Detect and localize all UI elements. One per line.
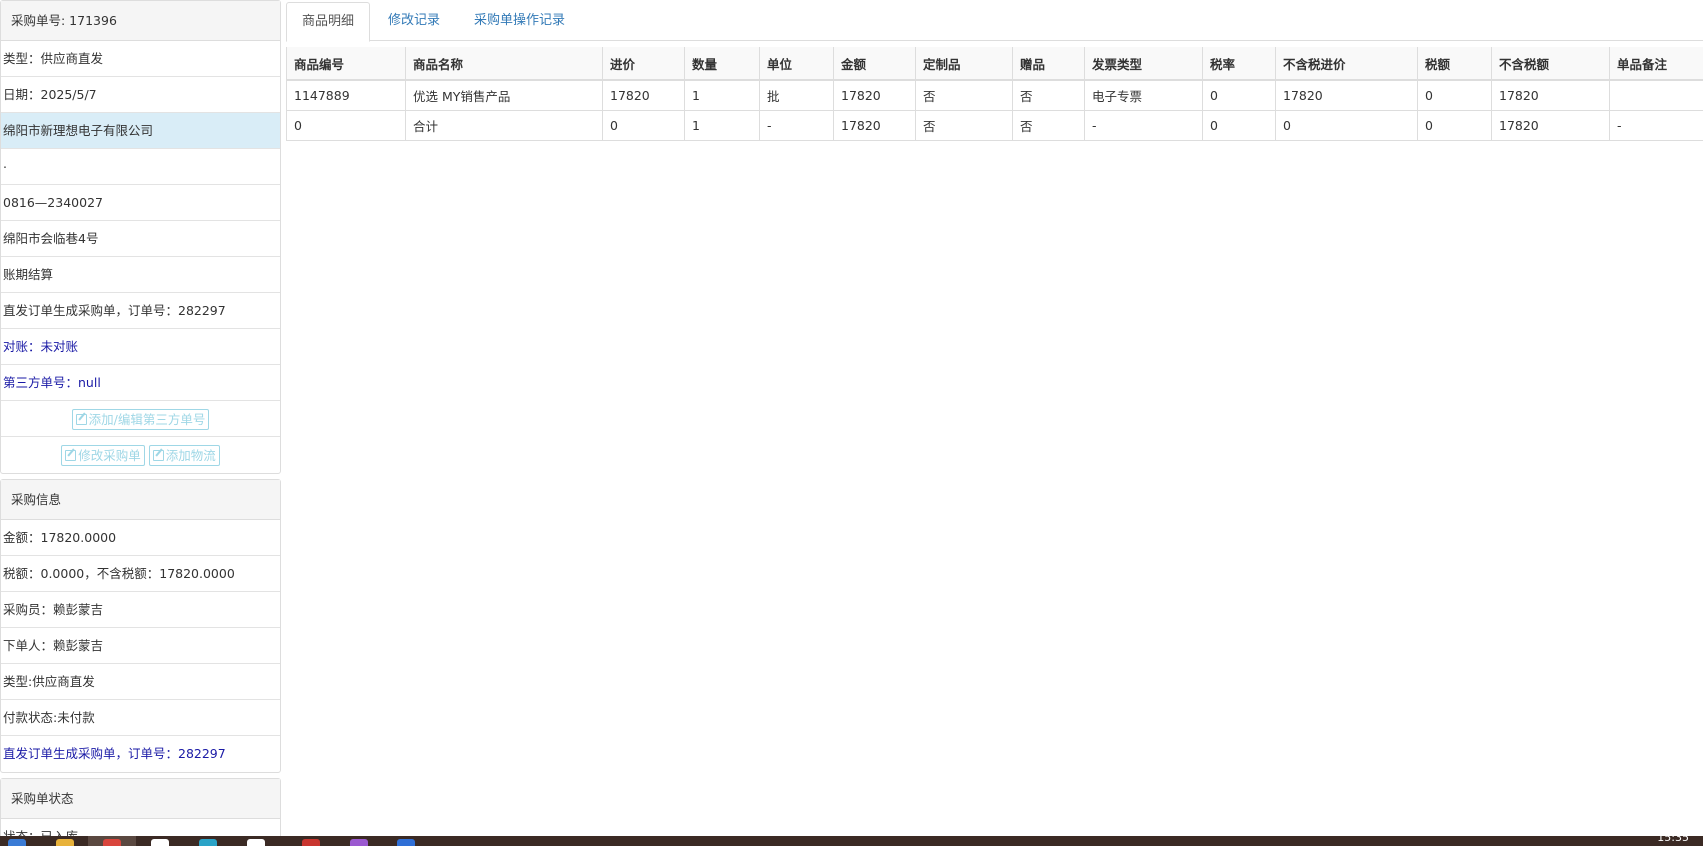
third-party-number: 第三方单号：null	[1, 365, 280, 401]
tab-edit-history[interactable]: 修改记录	[373, 2, 455, 41]
order-placer: 下单人：赖彭蒙吉	[1, 628, 280, 664]
table-cell: 17820	[602, 80, 685, 111]
table-cell: 1147889	[286, 80, 406, 111]
purchase-source-note: 直发订单生成采购单，订单号：282297	[3, 746, 226, 761]
supplier-phone: 0816—2340027	[1, 185, 280, 221]
purchase-order-page: { "sidebar": { "order_panel": { "header"…	[0, 0, 1703, 846]
column-header: 赠品	[1012, 47, 1085, 81]
third-party-actions: 添加/编辑第三方单号	[1, 401, 280, 437]
column-header: 金额	[833, 47, 916, 81]
table-cell: 合计	[405, 110, 603, 141]
product-table: 商品编号 商品名称 进价 数量 单位 金额 定制品 赠品 发票类型 税率 不含税…	[286, 47, 1703, 141]
table-cell: 电子专票	[1084, 80, 1203, 111]
order-info-panel: 采购单号: 171396 类型：供应商直发 日期：2025/5/7 绵阳市新理想…	[0, 0, 281, 474]
table-cell: 17820	[833, 80, 916, 111]
table-cell: 0	[1417, 80, 1492, 111]
table-cell: -	[1084, 110, 1203, 141]
column-header: 商品编号	[286, 47, 406, 81]
edge-icon[interactable]	[199, 839, 217, 846]
column-header: 数量	[684, 47, 760, 81]
order-number-header: 采购单号: 171396	[1, 1, 280, 41]
order-date: 日期：2025/5/7	[1, 77, 280, 113]
order-detail-main: 商品明细 修改记录 采购单操作记录 商品编号 商品名称 进价 数量 单位 金额 …	[286, 0, 1703, 836]
order-status: 状态：已入库	[1, 819, 280, 836]
supplier-name: 绵阳市新理想电子有限公司	[1, 113, 280, 149]
table-cell: 17820	[1275, 80, 1418, 111]
column-header: 税率	[1202, 47, 1276, 81]
purchase-info-panel: 采购信息 金额：17820.0000 税额：0.0000，不含税额：17820.…	[0, 479, 281, 773]
column-header: 发票类型	[1084, 47, 1203, 81]
order-source-note: 直发订单生成采购单，订单号：282297	[1, 293, 280, 329]
edit-icon	[65, 450, 77, 461]
table-cell: 1	[684, 80, 760, 111]
supplier-address: 绵阳市会临巷4号	[1, 221, 280, 257]
table-cell: 否	[1012, 110, 1085, 141]
browser-icon[interactable]	[103, 839, 121, 846]
table-header-row: 商品编号 商品名称 进价 数量 单位 金额 定制品 赠品 发票类型 税率 不含税…	[286, 47, 1703, 81]
add-third-party-button[interactable]: 添加/编辑第三方单号	[71, 409, 210, 430]
detail-tabs: 商品明细 修改记录 采购单操作记录	[286, 0, 1703, 42]
table-cell: 17820	[1491, 110, 1610, 141]
table-cell: 0	[1275, 110, 1418, 141]
purchaser: 采购员：赖彭蒙吉	[1, 592, 280, 628]
tax-amount: 税额：0.0000，不含税额：17820.0000	[1, 556, 280, 592]
table-total-row: 0 合计 0 1 - 17820 否 否 - 0 0 0 17820 -	[286, 110, 1703, 141]
order-status-header: 采购单状态	[1, 779, 280, 819]
purchase-info-header: 采购信息	[1, 480, 280, 520]
column-header: 税额	[1417, 47, 1492, 81]
table-cell: 否	[915, 110, 1013, 141]
purchase-amount: 金额：17820.0000	[1, 520, 280, 556]
table-cell: 0	[1417, 110, 1492, 141]
column-header: 单位	[759, 47, 834, 81]
order-sidebar: 采购单号: 171396 类型：供应商直发 日期：2025/5/7 绵阳市新理想…	[0, 0, 281, 836]
table-cell: -	[759, 110, 834, 141]
os-taskbar: 15:35	[0, 836, 1703, 846]
settlement-type: 账期结算	[1, 257, 280, 293]
edit-icon	[152, 450, 164, 461]
add-logistics-label: 添加物流	[165, 448, 216, 463]
table-cell: -	[1609, 110, 1703, 141]
column-header: 不含税额	[1491, 47, 1610, 81]
notepad-icon[interactable]	[247, 839, 265, 846]
table-cell: 批	[759, 80, 834, 111]
column-header: 定制品	[915, 47, 1013, 81]
reconciliation-status: 对账：未对账	[1, 329, 280, 365]
file-explorer-icon[interactable]	[56, 839, 74, 846]
column-header: 不含税进价	[1275, 47, 1418, 81]
table-cell: 17820	[833, 110, 916, 141]
table-cell: 0	[1202, 110, 1276, 141]
tab-operation-log[interactable]: 采购单操作记录	[459, 2, 580, 41]
table-cell: 否	[1012, 80, 1085, 111]
document-icon[interactable]	[151, 839, 169, 846]
tab-product-detail[interactable]: 商品明细	[286, 2, 371, 42]
add-logistics-button[interactable]: 添加物流	[148, 445, 220, 466]
edit-order-label: 修改采购单	[78, 448, 141, 463]
table-cell: 否	[915, 80, 1013, 111]
edit-icon	[75, 414, 87, 425]
column-header: 单品备注	[1609, 47, 1703, 81]
taskbar-clock[interactable]: 15:35	[1657, 836, 1689, 844]
table-cell: 0	[602, 110, 685, 141]
table-cell: 0	[286, 110, 406, 141]
calendar-icon[interactable]	[302, 839, 320, 846]
table-cell	[1609, 80, 1703, 111]
column-header: 进价	[602, 47, 685, 81]
supplier-contact: .	[1, 149, 280, 185]
edit-order-button[interactable]: 修改采购单	[61, 445, 145, 466]
order-type: 类型：供应商直发	[1, 41, 280, 77]
table-cell: 0	[1202, 80, 1276, 111]
table-cell: 优选 MY销售产品	[405, 80, 603, 111]
table-cell: 1	[684, 110, 760, 141]
start-icon[interactable]	[8, 839, 26, 846]
table-row: 1147889 优选 MY销售产品 17820 1 批 17820 否 否 电子…	[286, 80, 1703, 111]
app-icon[interactable]	[397, 839, 415, 846]
order-actions: 修改采购单 添加物流	[1, 437, 280, 473]
purchase-type: 类型:供应商直发	[1, 664, 280, 700]
column-header: 商品名称	[405, 47, 603, 81]
add-third-party-label: 添加/编辑第三方单号	[88, 412, 206, 427]
messenger-icon[interactable]	[350, 839, 368, 846]
table-cell: 17820	[1491, 80, 1610, 111]
order-status-panel: 采购单状态 状态：已入库	[0, 778, 281, 836]
payment-status: 付款状态:未付款	[1, 700, 280, 736]
